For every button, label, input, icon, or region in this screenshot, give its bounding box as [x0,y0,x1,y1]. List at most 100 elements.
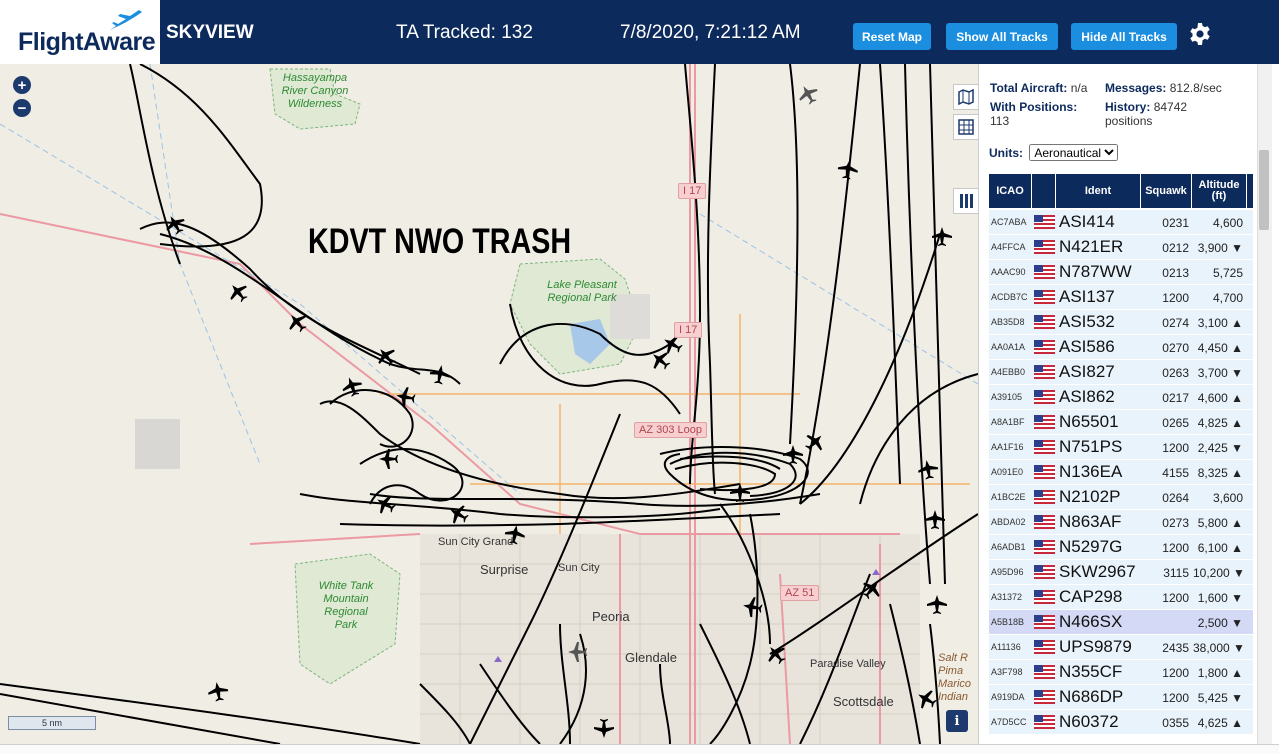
icao-cell: A39105 [991,392,1023,402]
us-flag-icon [1034,340,1055,354]
flightaware-logo[interactable]: FlightAware [0,0,163,64]
city-label-sun-city: Sun City [558,562,600,574]
icao-cell: A31372 [991,592,1023,602]
icao-cell: A5B18B [991,617,1025,627]
icao-cell: ACDB7C [991,292,1028,302]
squawk-cell: 1200 [1162,441,1189,455]
table-row[interactable]: AB35D8 ASI532 0274 3,100 ▲ [989,310,1253,335]
squawk-cell: 1200 [1162,691,1189,705]
panel-scroll-thumb[interactable] [1259,150,1269,230]
table-row[interactable]: A3F798 N355CF 1200 1,800 ▲ [989,660,1253,685]
table-row[interactable]: AC7ABA ASI414 0231 4,600 [989,210,1253,235]
table-row[interactable]: A091E0 N136EA 4155 8,325 ▲ [989,460,1253,485]
ident-cell: SKW2967 [1059,562,1136,581]
grid-icon[interactable] [953,114,978,140]
icao-cell: A3F798 [991,667,1023,677]
column-squawk[interactable]: Squawk [1141,174,1192,208]
map-icon[interactable] [953,84,978,110]
us-flag-icon [1034,665,1055,679]
column-altitude[interactable]: Altitude (ft) [1192,174,1247,208]
table-row[interactable]: AAAC90 N787WW 0213 5,725 [989,260,1253,285]
table-row[interactable]: A39105 ASI862 0217 4,600 ▲ [989,385,1253,410]
table-row[interactable]: A6ADB1 N5297G 1200 6,100 ▲ [989,535,1253,560]
map-overlay-text: KDVT NWO TRASH [308,222,572,261]
us-flag-icon [1034,690,1055,704]
altitude-cell: 38,000 ▼ [1193,641,1245,655]
altitude-cell: 4,825 ▲ [1197,416,1243,430]
table-row[interactable]: A4FFCA N421ER 0212 3,900 ▼ [989,235,1253,260]
altitude-cell: 4,600 [1212,216,1243,230]
table-row[interactable]: A11136 UPS9879 2435 38,000 ▼ [989,635,1253,660]
table-row[interactable]: A5B18B N466SX 2,500 ▼ [989,610,1253,635]
table-row[interactable]: A1BC2E N2102P 0264 3,600 [989,485,1253,510]
city-label-scottsdale: Scottsdale [833,694,894,709]
map-label-salt-river: Salt R Pima Marico Indian [938,652,972,703]
map-base-layer [0,64,978,744]
us-flag-icon [1034,615,1055,629]
altitude-cell: 2,500 ▼ [1197,616,1243,630]
table-row[interactable]: ABDA02 N863AF 0273 5,800 ▲ [989,510,1253,535]
with-positions-stat: With Positions: 113 [990,100,1078,128]
table-row[interactable]: A4EBB0 ASI827 0263 3,700 ▼ [989,360,1253,385]
zoom-in-button[interactable]: + [13,76,31,94]
column-ident[interactable]: Ident [1056,174,1141,208]
icao-cell: A11136 [991,642,1021,652]
icao-cell: AAAC90 [991,267,1026,277]
icao-cell: AA0A1A [991,342,1026,352]
altitude-cell: 4,450 ▲ [1197,341,1243,355]
column-icao[interactable]: ICAO [989,174,1032,208]
table-row[interactable]: A7D5CC N60372 0355 4,625 ▲ [989,710,1253,735]
map-label-white-tank: White Tank Mountain Regional Park [318,580,374,631]
icao-cell: ABDA02 [991,517,1026,527]
table-row[interactable]: A31372 CAP298 1200 1,600 ▼ [989,585,1253,610]
squawk-cell: 0263 [1162,366,1189,380]
table-row[interactable]: AA0A1A ASI586 0270 4,450 ▲ [989,335,1253,360]
units-row: Units: Aeronautical [989,144,1119,161]
info-button[interactable]: i [946,710,968,732]
icao-cell: AC7ABA [991,217,1027,227]
icao-cell: A091E0 [991,467,1024,477]
table-row[interactable]: A919DA N686DP 1200 5,425 ▼ [989,685,1253,710]
squawk-cell: 0264 [1162,491,1189,505]
icao-cell: A919DA [991,692,1025,702]
table-row[interactable]: ACDB7C ASI137 1200 4,700 [989,285,1253,310]
us-flag-icon [1034,365,1055,379]
squawk-cell: 0270 [1162,341,1189,355]
us-flag-icon [1034,465,1055,479]
clock: 7/8/2020, 7:21:12 AM [620,22,801,43]
zoom-out-button[interactable]: − [13,99,31,117]
show-all-tracks-button[interactable]: Show All Tracks [946,23,1058,50]
altitude-cell: 5,425 ▼ [1197,691,1243,705]
ident-cell: ASI532 [1059,312,1115,331]
aircraft-panel: Total Aircraft: n/a Messages: 812.8/sec … [978,64,1271,744]
aircraft-table-header: ICAO Ident Squawk Altitude (ft) [989,174,1253,208]
table-row[interactable]: A95D96 SKW2967 3115 10,200 ▼ [989,560,1253,585]
ident-cell: N466SX [1059,612,1123,631]
table-row[interactable]: A8A1BF N65501 0265 4,825 ▲ [989,410,1253,435]
ident-cell: N65501 [1059,412,1119,431]
table-row[interactable]: AA1F16 N751PS 1200 2,425 ▼ [989,435,1253,460]
altitude-cell: 10,200 ▼ [1193,566,1245,580]
ident-cell: N751PS [1059,437,1123,456]
icao-cell: AA1F16 [991,442,1024,452]
units-select[interactable]: Aeronautical [1029,144,1119,161]
ident-cell: N355CF [1059,662,1123,681]
us-flag-icon [1034,490,1055,504]
reset-map-button[interactable]: Reset Map [853,23,931,50]
altitude-cell: 1,800 ▲ [1197,666,1243,680]
map-label-hassayampa: Hassayampa River Canyon Wilderness [281,72,349,110]
messages-stat: Messages: 812.8/sec [1105,81,1222,95]
altitude-cell: 3,900 ▼ [1197,241,1243,255]
columns-icon[interactable] [953,188,978,214]
logo-text: FlightAware [18,28,156,56]
us-flag-icon [1034,240,1055,254]
altitude-cell: 5,800 ▲ [1197,516,1243,530]
ident-cell: N787WW [1059,262,1132,281]
ident-cell: ASI137 [1059,287,1115,306]
column-flag[interactable] [1032,174,1056,208]
gear-icon[interactable] [1188,22,1212,46]
hide-all-tracks-button[interactable]: Hide All Tracks [1071,23,1177,50]
squawk-cell: 0355 [1162,716,1189,730]
us-flag-icon [1034,715,1055,729]
map-canvas[interactable]: + − KDVT NWO TRASH Hassayampa River Cany… [0,64,978,744]
